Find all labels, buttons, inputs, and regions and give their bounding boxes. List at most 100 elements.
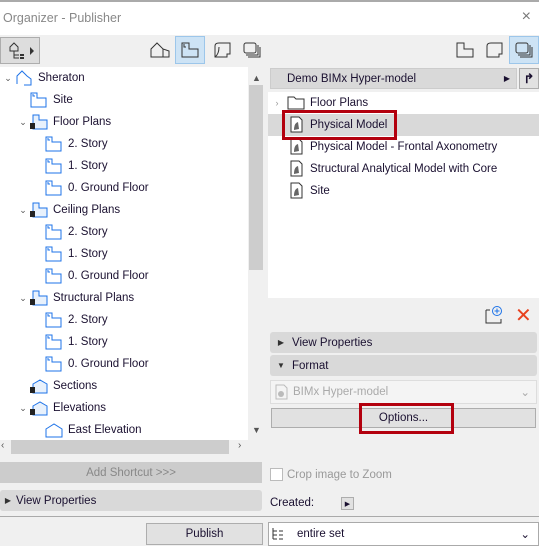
chevron-down-icon: ⌄ [520, 387, 530, 399]
publisher-sets-icon [243, 42, 261, 58]
story-icon [45, 224, 62, 240]
publish-scope-value: entire set [297, 528, 345, 540]
tree-item-label: 1. Story [68, 248, 108, 260]
tree-view-menu-button[interactable] [0, 37, 40, 64]
right-view-properties-panel[interactable]: ▶ View Properties [270, 332, 537, 353]
project-map-button[interactable] [145, 36, 175, 64]
created-expand-button[interactable]: ▶ [341, 497, 354, 510]
project-icon [16, 70, 32, 86]
folder-section-icon [30, 379, 48, 394]
bimx-file-icon [275, 384, 288, 400]
folder-plan-icon [30, 114, 48, 130]
chevron-down-icon: ⌄ [520, 529, 530, 541]
story-icon [45, 312, 62, 328]
expand-triangle-icon: ▶ [277, 338, 285, 347]
tree-item[interactable]: 2. Story [32, 221, 108, 243]
tree-horizontal-scrollbar[interactable]: ‹ › [0, 440, 263, 454]
scroll-thumb[interactable] [249, 85, 263, 270]
chevron-down-icon[interactable]: ⌄ [17, 293, 29, 304]
story-icon [45, 334, 62, 350]
highlight-box [359, 403, 454, 434]
layout-book-button-right[interactable] [479, 36, 509, 64]
new-folder-icon [485, 306, 502, 324]
close-button[interactable]: × [522, 8, 531, 26]
publisher-sets-button-right[interactable] [509, 36, 539, 64]
tree-item[interactable]: ⌄ Ceiling Plans [17, 199, 120, 221]
hscroll-thumb[interactable] [11, 440, 229, 454]
tree-item[interactable]: 1. Story [32, 243, 108, 265]
tree-item-label: 2. Story [68, 226, 108, 238]
crop-image-checkbox[interactable]: Crop image to Zoom [270, 468, 392, 481]
format-panel[interactable]: ▼ Format [270, 355, 537, 376]
list-item-label: Floor Plans [310, 97, 369, 109]
tree-item-label: 0. Ground Floor [68, 358, 149, 370]
created-label: Created: [270, 497, 315, 509]
tree-item[interactable]: 2. Story [32, 309, 108, 331]
tree-item[interactable]: ⌄ Floor Plans [17, 111, 111, 133]
left-view-properties-panel[interactable]: ▶ View Properties [0, 490, 262, 511]
tree-item[interactable]: Sections [17, 375, 97, 397]
checkbox[interactable] [270, 468, 283, 481]
tree-item-label: 1. Story [68, 336, 108, 348]
scroll-left-icon[interactable]: ‹ [1, 440, 4, 451]
tree-item[interactable]: 2. Story [32, 133, 108, 155]
chevron-down-icon[interactable]: ⌄ [17, 403, 29, 414]
collapse-triangle-icon: ▼ [277, 361, 285, 370]
tree-item[interactable]: 0. Ground Floor [32, 353, 149, 375]
tree-item[interactable]: 0. Ground Floor [32, 177, 149, 199]
tree-item-label: Floor Plans [53, 116, 112, 128]
chevron-down-icon[interactable]: ⌄ [17, 117, 29, 128]
elevation-icon [45, 423, 63, 438]
chevron-down-icon[interactable]: ⌄ [2, 73, 14, 84]
delete-icon[interactable]: ✕ [515, 303, 532, 328]
folder-plan-icon [30, 290, 48, 306]
navigator-tree: ⌄ Sheraton Site ⌄ Floor Plans 2. Story 1. Stor… [0, 67, 248, 440]
tree-item[interactable]: ⌄ Sheraton [2, 67, 85, 89]
project-map-icon [150, 42, 170, 58]
tree-item[interactable]: 1. Story [32, 155, 108, 177]
tree-item-label: Sections [53, 380, 98, 392]
add-shortcut-button[interactable]: Add Shortcut >>> [0, 462, 262, 483]
list-item[interactable]: Site [268, 180, 539, 202]
format-select[interactable]: BIMx Hyper-model ⌄ [270, 380, 537, 404]
story-icon [30, 92, 47, 108]
tree-item-label: 1. Story [68, 160, 108, 172]
tree-item[interactable]: ⌄ Elevations [17, 397, 106, 419]
format-label: Format [292, 359, 329, 372]
scroll-right-icon[interactable]: › [238, 440, 241, 451]
story-icon [45, 158, 62, 174]
publish-scope-select[interactable]: entire set ⌄ [268, 522, 539, 546]
tree-item-label: Sheraton [38, 72, 85, 84]
chevron-down-icon[interactable]: ⌄ [17, 205, 29, 216]
scroll-up-icon[interactable]: ▲ [252, 73, 261, 83]
layout-book-icon [214, 42, 231, 58]
tree-item[interactable]: 1. Story [32, 331, 108, 353]
view-map-button-right[interactable] [450, 36, 480, 64]
publisher-sets-button[interactable] [237, 36, 267, 64]
story-icon [45, 180, 62, 196]
new-folder-button[interactable] [484, 305, 504, 328]
view-map-button[interactable] [175, 36, 205, 64]
set-name: Demo BIMx Hyper-model [287, 72, 417, 85]
scroll-down-icon[interactable]: ▼ [252, 425, 261, 435]
publisher-set-selector[interactable]: Demo BIMx Hyper-model ▶ [270, 68, 517, 89]
tree-item[interactable]: Site [17, 89, 73, 111]
list-item-label: Physical Model - Frontal Axonometry [310, 141, 498, 153]
go-up-button[interactable]: ↱ [519, 68, 539, 89]
bimx-file-icon [290, 182, 303, 199]
story-icon [45, 136, 62, 152]
tree-item[interactable]: 0. Ground Floor [32, 265, 149, 287]
format-value: BIMx Hyper-model [293, 386, 389, 398]
tree-item[interactable]: ⌄ Structural Plans [17, 287, 134, 309]
publish-button[interactable]: Publish [146, 523, 263, 545]
list-item[interactable]: Structural Analytical Model with Core [268, 158, 539, 180]
view-properties-label: View Properties [292, 336, 373, 349]
tree-structure-icon [9, 41, 34, 59]
chevron-right-icon[interactable]: › [268, 98, 286, 108]
list-item-label: Structural Analytical Model with Core [310, 163, 498, 175]
tree-item[interactable]: East Elevation [32, 419, 142, 440]
story-icon [45, 268, 62, 284]
tree-vertical-scrollbar[interactable]: ▲ ▼ [249, 67, 263, 440]
tree-item-label: Elevations [53, 402, 107, 414]
layout-book-button[interactable] [207, 36, 237, 64]
